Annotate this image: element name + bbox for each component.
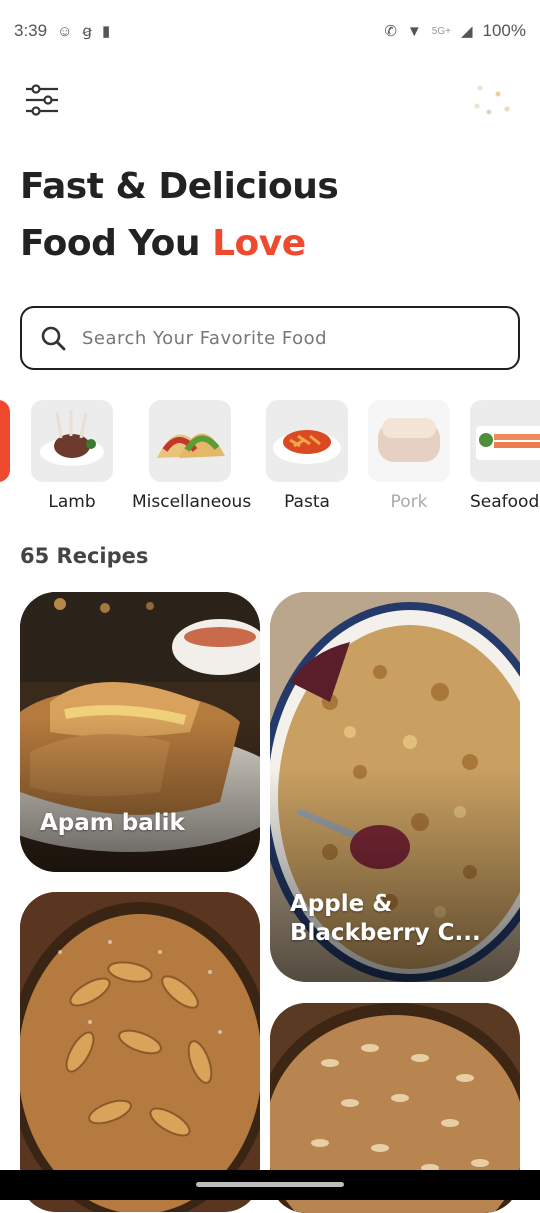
call-icon: ✆: [384, 23, 397, 40]
lamb-image: [31, 400, 113, 482]
filter-button[interactable]: [22, 80, 62, 120]
pasta-image: [266, 400, 348, 482]
network-type: 5G+: [431, 25, 451, 37]
category-label: Miscellaneous: [132, 492, 252, 512]
recipe-title: Apam balik: [40, 810, 185, 836]
recipe-card[interactable]: [20, 892, 260, 1212]
page-title: Fast & Delicious Food You Love: [20, 158, 339, 272]
app-notification-icon: ꞡ: [82, 23, 92, 40]
title-line-1: Fast & Delicious: [20, 166, 339, 207]
battery-level: 100%: [482, 21, 526, 40]
home-gesture-handle[interactable]: [196, 1182, 344, 1187]
recipes-count: 65 Recipes: [20, 544, 149, 568]
miscellaneous-image: [149, 400, 231, 482]
category-label: Seafood: [470, 492, 540, 512]
status-time: 3:39: [14, 21, 48, 40]
title-line-2: Food You Love: [20, 215, 338, 272]
category-item-miscellaneous[interactable]: Miscellaneous: [132, 400, 252, 512]
wifi-icon: ▼: [406, 22, 422, 40]
title-line-2-text: Food You: [20, 223, 213, 264]
notification-icon: ☺: [57, 22, 73, 40]
battery-saver-icon: ▮: [101, 23, 111, 40]
category-list: Lamb Miscellaneous Pasta Pork Seafood: [0, 400, 540, 520]
recipe-image: [20, 892, 260, 1212]
dotted-logo-icon: [462, 70, 522, 130]
title-accent-word: Love: [212, 223, 306, 264]
sliders-icon: [26, 84, 58, 116]
category-label: Lamb: [48, 492, 96, 512]
category-label: Pasta: [284, 492, 330, 512]
app-header: [0, 62, 540, 142]
search-icon: [41, 326, 66, 351]
system-navigation-bar: [0, 1170, 540, 1200]
status-bar: 3:39 ☺ ꞡ ▮ ✆ ▼ 5G+ ◢ 100%: [0, 0, 540, 62]
category-label: Pork: [390, 492, 428, 512]
signal-icon: ◢: [460, 23, 473, 40]
pork-image: [368, 400, 450, 482]
category-item-lamb[interactable]: Lamb: [31, 400, 113, 512]
recipe-title: Apple & Blackberry C...: [290, 891, 481, 946]
search-input[interactable]: Search Your Favorite Food: [20, 306, 520, 370]
recipe-card[interactable]: Apple & Blackberry C...: [270, 592, 520, 982]
recipe-card[interactable]: Apam balik: [20, 592, 260, 872]
seafood-image: [470, 400, 540, 482]
search-placeholder: Search Your Favorite Food: [82, 327, 328, 349]
category-item-selected[interactable]: [0, 400, 10, 482]
category-item-pork[interactable]: Pork: [368, 400, 450, 512]
category-item-seafood[interactable]: Seafood: [470, 400, 540, 512]
category-item-pasta[interactable]: Pasta: [266, 400, 348, 512]
